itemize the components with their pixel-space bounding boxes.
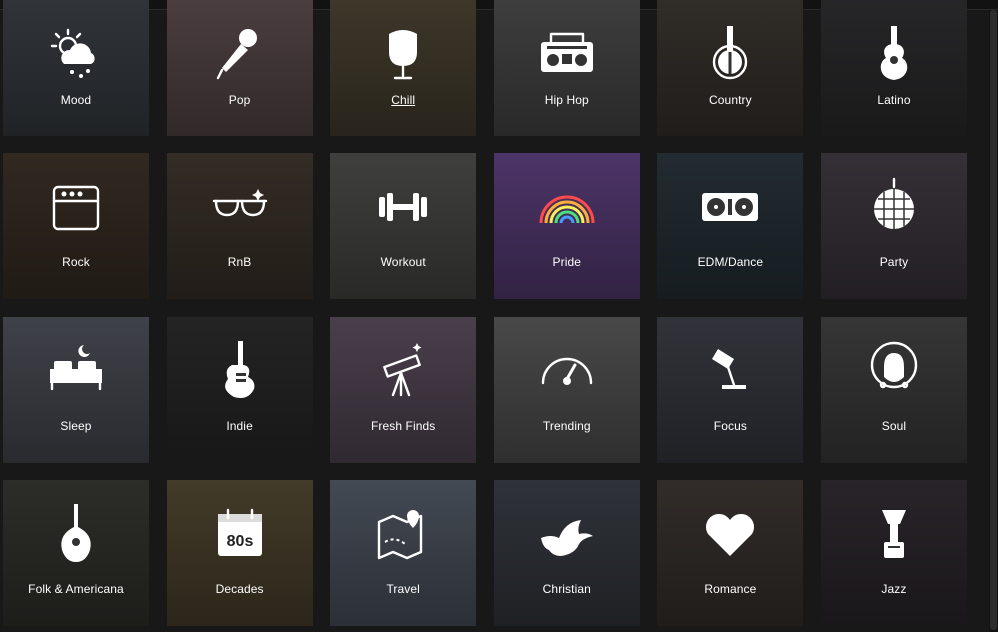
category-label: Latino <box>877 93 911 107</box>
map-pin-icon <box>371 502 435 566</box>
category-label: Hip Hop <box>544 93 589 107</box>
afro-silhouette-icon <box>862 339 926 403</box>
category-tile-fresh-finds[interactable]: Fresh Finds <box>330 316 477 463</box>
category-tile-travel[interactable]: Travel <box>330 479 477 626</box>
category-tile-mood[interactable]: Mood <box>3 0 149 136</box>
category-tile-edm-dance[interactable]: EDM/Dance <box>657 153 804 300</box>
genres-moods-grid: Mood Pop Chill Hip Hop Country Latino Rock RnB W… <box>3 0 967 626</box>
category-label: Chill <box>391 93 416 107</box>
svg-text:80s: 80s <box>226 533 253 550</box>
category-tile-party[interactable]: Party <box>820 153 967 300</box>
category-tile-pride[interactable]: Pride <box>493 153 640 300</box>
amplifier-icon <box>44 175 108 239</box>
category-tile-workout[interactable]: Workout <box>330 153 477 300</box>
guitar-icon <box>862 22 926 86</box>
sunglasses-icon <box>208 175 272 239</box>
category-tile-romance[interactable]: Romance <box>657 479 804 626</box>
category-label: Decades <box>215 581 264 596</box>
scrollbar[interactable] <box>989 10 998 632</box>
category-label: Travel <box>386 581 420 596</box>
category-tile-christian[interactable]: Christian <box>493 479 640 626</box>
egg-chair-icon <box>371 22 435 86</box>
dumbbell-icon <box>371 175 435 239</box>
category-tile-folk-americana[interactable]: Folk & Americana <box>3 479 149 626</box>
category-label: Jazz <box>881 581 907 596</box>
category-label: Romance <box>704 581 757 596</box>
heart-icon <box>698 502 762 566</box>
category-tile-decades[interactable]: 80s Decades <box>166 479 313 626</box>
category-tile-rnb[interactable]: RnB <box>166 153 313 300</box>
dove-icon <box>535 502 599 566</box>
weather-icon <box>44 22 108 86</box>
boombox-icon <box>535 22 599 86</box>
category-tile-jazz[interactable]: Jazz <box>820 479 967 626</box>
speedometer-icon <box>535 339 599 403</box>
turntable-icon <box>698 175 762 239</box>
category-label: Focus <box>713 418 747 433</box>
category-label: Party <box>879 255 909 270</box>
category-tile-rock[interactable]: Rock <box>3 153 149 300</box>
category-tile-focus[interactable]: Focus <box>657 316 804 463</box>
category-tile-indie[interactable]: Indie <box>166 316 313 463</box>
electric-guitar-icon <box>208 339 272 403</box>
calendar-80s-icon: 80s <box>208 502 272 566</box>
category-tile-latino[interactable]: Latino <box>820 0 967 136</box>
microphone-icon <box>208 22 272 86</box>
category-label: RnB <box>227 255 252 270</box>
category-label: Pop <box>228 93 251 107</box>
category-label: Mood <box>60 93 92 107</box>
category-tile-sleep[interactable]: Sleep <box>3 316 149 463</box>
saxophone-icon <box>862 502 926 566</box>
category-tile-soul[interactable]: Soul <box>820 316 967 463</box>
category-tile-hip-hop[interactable]: Hip Hop <box>493 0 640 136</box>
rainbow-icon <box>535 175 599 239</box>
desk-lamp-icon <box>698 339 762 403</box>
category-label: Folk & Americana <box>28 581 124 596</box>
disco-ball-icon <box>862 175 926 239</box>
category-label: Christian <box>542 581 591 596</box>
category-label: Fresh Finds <box>370 418 436 433</box>
scrollbar-thumb[interactable] <box>990 10 997 630</box>
category-tile-chill[interactable]: Chill <box>330 0 477 136</box>
category-label: Indie <box>226 418 253 433</box>
category-label: Rock <box>62 255 90 270</box>
telescope-icon <box>371 339 435 403</box>
category-label: Sleep <box>60 418 92 433</box>
category-label: Soul <box>881 418 907 433</box>
category-label: Trending <box>542 418 591 433</box>
category-tile-pop[interactable]: Pop <box>166 0 313 136</box>
category-label: Pride <box>552 255 582 270</box>
category-tile-trending[interactable]: Trending <box>493 316 640 463</box>
banjo-icon <box>698 22 762 86</box>
mandolin-icon <box>44 502 108 566</box>
category-tile-country[interactable]: Country <box>657 0 804 136</box>
category-label: Country <box>709 93 752 107</box>
category-label: Workout <box>380 255 426 270</box>
bed-icon <box>44 339 108 403</box>
category-label: EDM/Dance <box>697 255 764 270</box>
